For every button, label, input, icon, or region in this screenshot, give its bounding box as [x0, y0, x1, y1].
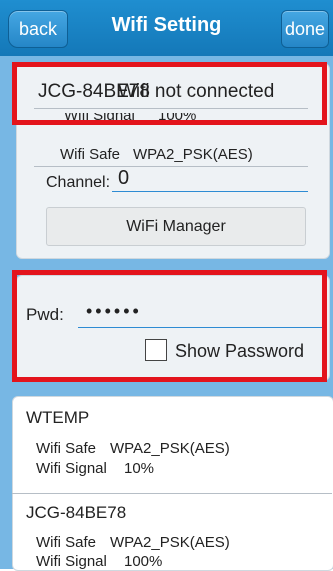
highlight-box: [12, 270, 327, 382]
network-safe-label: Wifi Safe: [36, 534, 97, 551]
divider: [34, 166, 308, 167]
network-signal-value: 10%: [124, 460, 155, 477]
channel-underline: [112, 191, 308, 192]
network-safe-value: WPA2_PSK(AES): [110, 440, 230, 457]
safe-value: WPA2_PSK(AES): [133, 146, 253, 163]
channel-input[interactable]: 0: [118, 167, 129, 190]
signal-row-clip: Wifi Signal 100%: [36, 553, 236, 569]
network-safe-label: Wifi Safe: [36, 440, 97, 457]
highlight-box: [12, 62, 327, 125]
channel-label: Channel:: [46, 174, 111, 191]
network-signal-label: Wifi Signal: [36, 553, 107, 569]
safe-label: Wifi Safe: [60, 146, 121, 163]
done-button[interactable]: done: [281, 10, 329, 48]
top-bar: back Wifi Setting done: [0, 0, 333, 56]
network-signal-value: 100%: [124, 553, 163, 569]
network-ssid: JCG-84BE78: [26, 503, 127, 522]
network-signal-label: Wifi Signal: [36, 460, 107, 477]
wifi-manager-button[interactable]: WiFi Manager: [46, 207, 306, 246]
network-ssid: WTEMP: [26, 408, 90, 427]
divider: [12, 493, 332, 494]
network-safe-value: WPA2_PSK(AES): [110, 534, 230, 551]
